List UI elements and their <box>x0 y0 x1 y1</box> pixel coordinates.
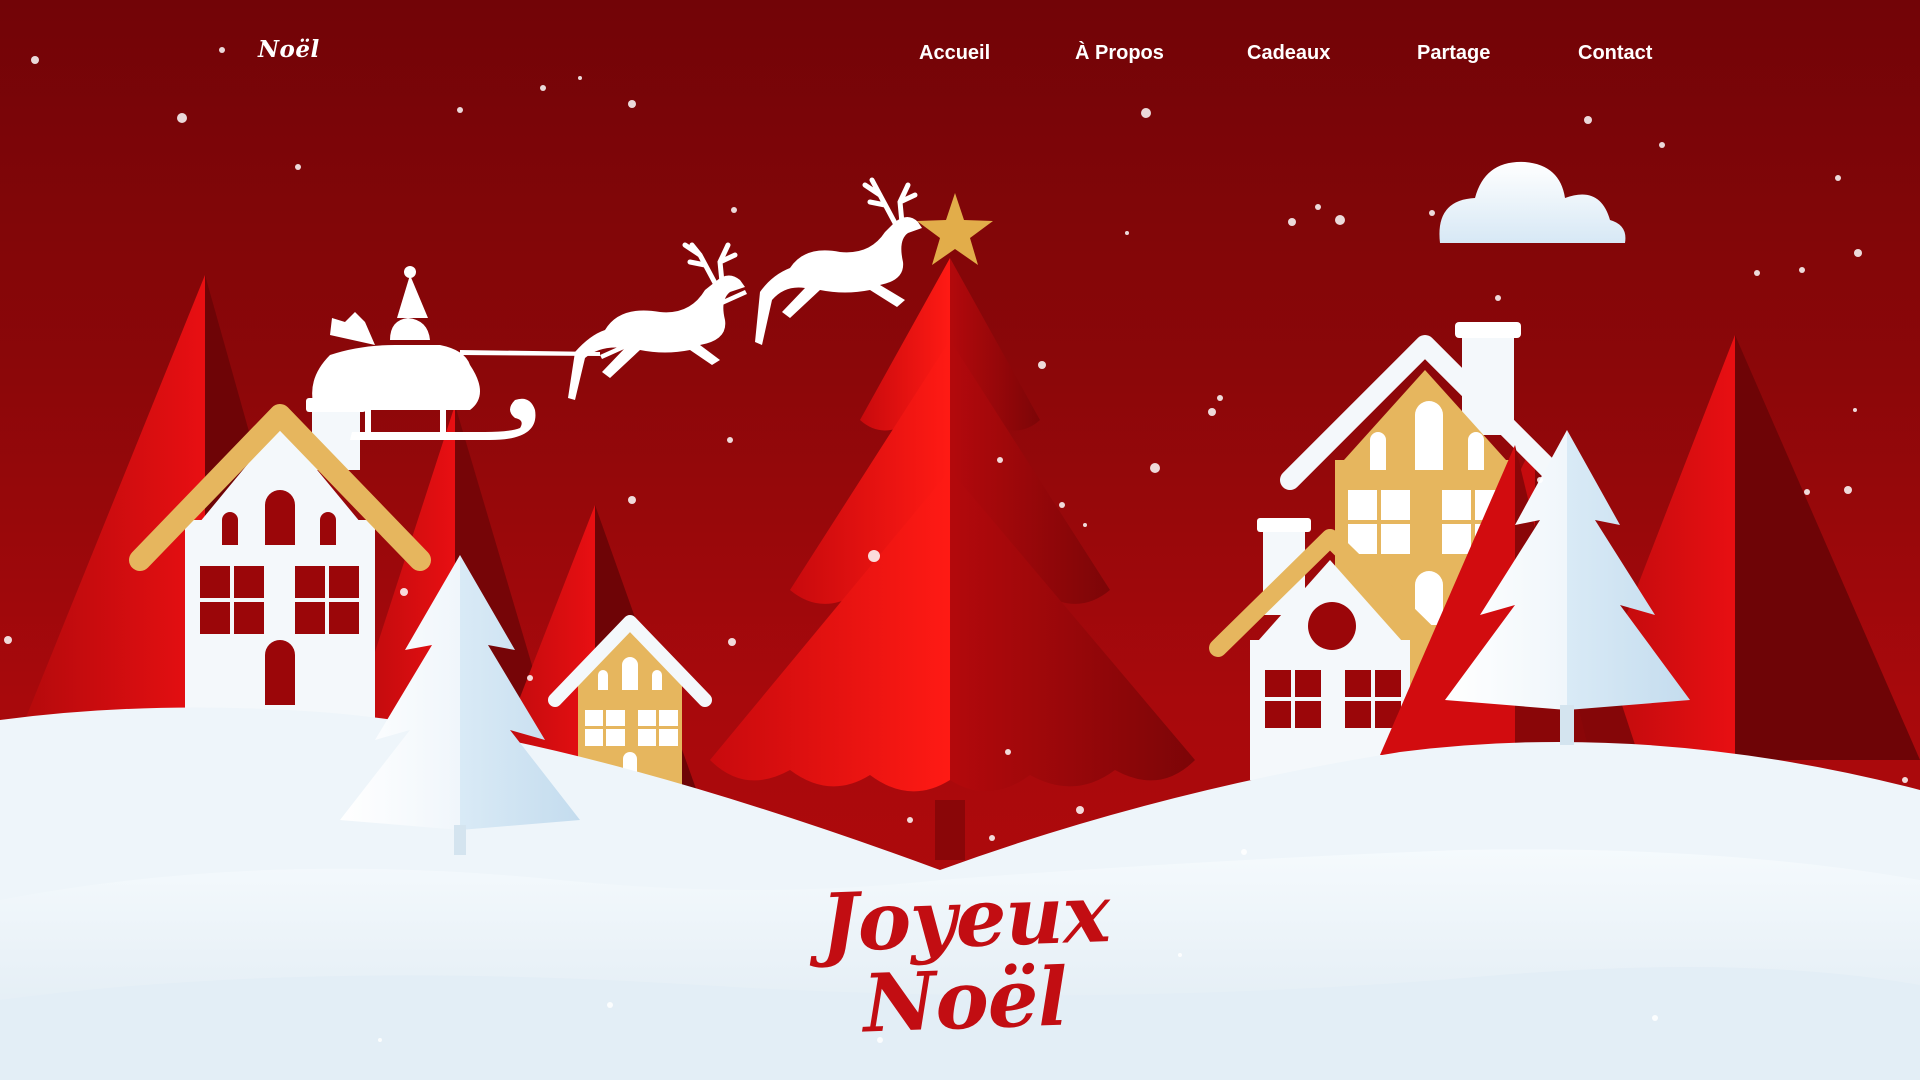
hero-title-line-2: Noël <box>861 949 1069 1051</box>
hero-title-line-1: Joyeux <box>819 865 1111 971</box>
nav-link-accueil[interactable]: Accueil <box>919 42 990 65</box>
nav-link-a-propos[interactable]: À Propos <box>1075 42 1164 65</box>
reindeer-icon <box>755 177 922 345</box>
cloud-icon <box>1439 161 1626 243</box>
christmas-landing-page: Noël Accueil À Propos Cadeaux Partage Co… <box>0 0 1920 1080</box>
brand-logo[interactable]: Noël <box>258 36 320 63</box>
reindeer-icon <box>568 242 745 400</box>
nav-link-cadeaux[interactable]: Cadeaux <box>1247 42 1330 65</box>
central-christmas-tree <box>710 258 1195 860</box>
nav-link-partage[interactable]: Partage <box>1417 42 1490 65</box>
star-icon <box>917 193 993 265</box>
santa-sleigh-icon <box>312 266 747 440</box>
top-navigation: Noël Accueil À Propos Cadeaux Partage Co… <box>0 0 1920 110</box>
nav-link-contact[interactable]: Contact <box>1578 42 1652 65</box>
hero-title: Joyeux Noël <box>760 866 1170 1051</box>
